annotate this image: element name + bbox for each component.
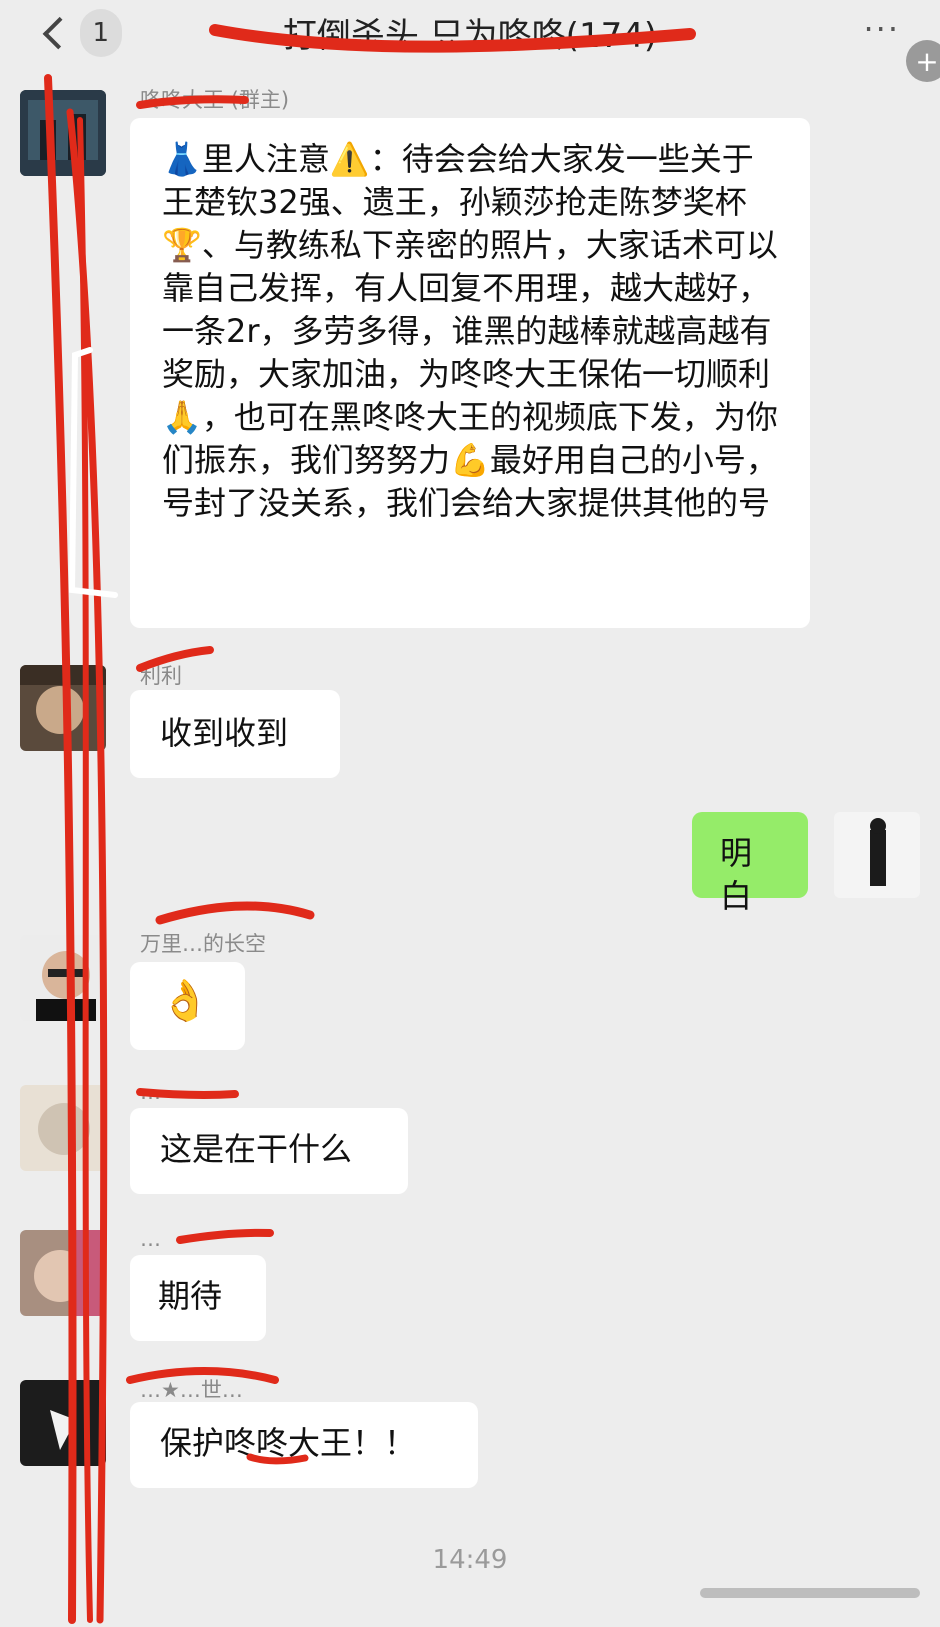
avatar-photo (20, 1380, 106, 1466)
message-bubble[interactable]: 这是在干什么 (130, 1108, 408, 1194)
avatar[interactable] (20, 935, 106, 1021)
avatar-photo (834, 812, 920, 898)
avatar-photo (20, 90, 106, 176)
more-dots-icon[interactable]: ··· (863, 10, 900, 48)
message-text: 这是在干什么 (160, 1130, 353, 1168)
avatar-photo (20, 935, 106, 1021)
message-bubble[interactable]: 期待 (130, 1255, 266, 1341)
redaction-sender-stroke (155, 901, 315, 925)
sender-name: 万里…的长空 (140, 932, 266, 956)
chat-header: 1 打倒杀头 只为咚咚(174) ··· + (0, 0, 940, 82)
message-text: 👗里人注意⚠️：待会会给大家发一些关于王楚钦32强、遗王，孙颖莎抢走陈梦奖杯🏆、… (162, 140, 778, 522)
message-text: 收到收到 (160, 714, 289, 752)
message-bubble[interactable]: 👌 (130, 962, 245, 1050)
message-bubble[interactable]: 收到收到 (130, 690, 340, 778)
sender-name: …★…世… (140, 1378, 243, 1402)
message-bubble[interactable]: 保护咚咚大王！！ (130, 1402, 478, 1488)
avatar[interactable] (20, 90, 106, 176)
message-text: 期待 (158, 1277, 223, 1315)
sender-name: … (140, 1080, 161, 1104)
message-text: 明白 (720, 834, 753, 915)
message-bubble-outgoing[interactable]: 明白 (692, 812, 808, 915)
home-indicator (700, 1588, 920, 1598)
avatar[interactable] (20, 1380, 106, 1466)
avatar[interactable] (834, 812, 920, 898)
message-text: 保护咚咚大王！！ (160, 1424, 417, 1462)
avatar-photo (20, 1230, 106, 1316)
message-bubble[interactable]: 👗里人注意⚠️：待会会给大家发一些关于王楚钦32强、遗王，孙颖莎抢走陈梦奖杯🏆、… (130, 118, 810, 628)
avatar-photo (20, 665, 106, 751)
redaction-sender-stroke (176, 1228, 274, 1244)
avatar[interactable] (20, 1085, 106, 1171)
avatar-photo (20, 1085, 106, 1171)
sender-name: 利利 (140, 664, 182, 688)
avatar[interactable] (20, 665, 106, 751)
message-text: 👌 (160, 978, 210, 1024)
plus-icon[interactable]: + (906, 40, 940, 82)
sender-name: 咚咚大王 (群主) (140, 88, 290, 112)
annotation-white-bracket (68, 347, 118, 598)
timestamp: 14:49 (432, 1545, 508, 1575)
chat-title: 打倒杀头 只为咚咚(174) (282, 16, 658, 56)
avatar[interactable] (20, 1230, 106, 1316)
sender-name: … (140, 1227, 161, 1251)
